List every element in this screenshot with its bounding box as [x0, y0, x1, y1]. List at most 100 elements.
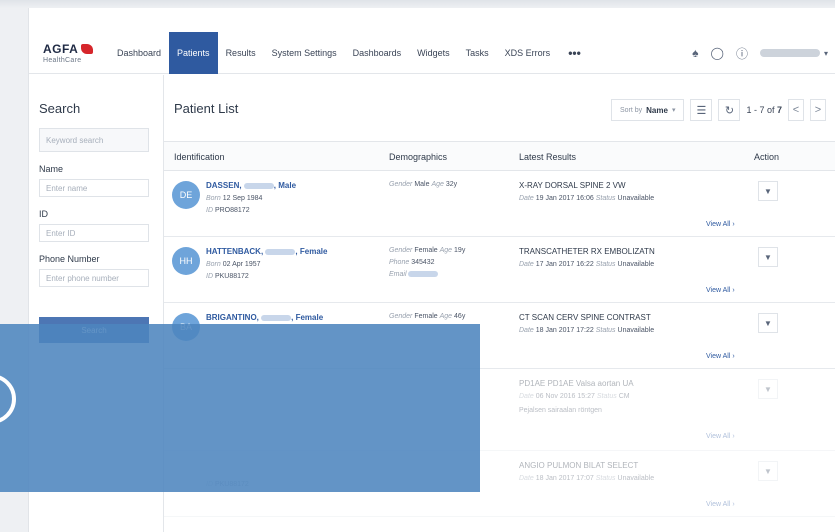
born-label: Born — [206, 261, 221, 268]
name-input[interactable]: Enter name — [39, 179, 149, 197]
view-all-link[interactable]: View All › — [706, 287, 735, 294]
col-demographics[interactable]: Demographics — [389, 152, 447, 162]
result-meta: Date 18 Jan 2017 17:22 Status Unavailabl… — [519, 327, 654, 334]
user-area: ♠ ◯ ⓘ ▾ — [692, 32, 828, 74]
action-dropdown-button[interactable]: ▼ — [758, 379, 778, 399]
patient-name[interactable]: BRIGANTINO, , Female — [206, 313, 323, 322]
table-header: Identification Demographics Latest Resul… — [164, 141, 835, 171]
filter-icon[interactable]: ☰ — [690, 99, 713, 121]
name-label: Name — [39, 164, 64, 174]
gender-label: Gender — [389, 181, 413, 188]
nav-patients[interactable]: Patients — [169, 31, 218, 74]
nav-more-button[interactable]: ••• — [558, 46, 591, 60]
monitor-bezel — [0, 0, 835, 8]
brand-logo[interactable]: AGFA HealthCare — [29, 42, 109, 64]
date-value: 18 Jan 2017 17:22 — [535, 327, 594, 334]
chevron-down-icon[interactable]: ▾ — [824, 49, 828, 58]
result-title[interactable]: PD1AE PD1AE Valsa aortan UA — [519, 379, 634, 388]
search-title: Search — [39, 101, 81, 116]
action-dropdown-button[interactable]: ▼ — [758, 313, 778, 333]
pager-total: 7 — [776, 105, 782, 115]
patient-gender: , Male — [273, 181, 297, 190]
gender-value: Female — [414, 247, 438, 254]
bell-icon[interactable]: ♠ — [692, 46, 698, 60]
view-all-link[interactable]: View All › — [706, 221, 735, 228]
brand-name: AGFA — [43, 41, 79, 56]
view-all-link[interactable]: View All › — [706, 433, 735, 440]
nav-tasks[interactable]: Tasks — [458, 32, 497, 74]
id-label: ID — [39, 209, 48, 219]
sort-value: Name — [646, 105, 668, 115]
patient-name[interactable]: HATTENBACK, , Female — [206, 247, 327, 256]
result-title[interactable]: ANGIO PULMON BILAT SELECT — [519, 461, 638, 470]
status-value: Unavailable — [617, 261, 655, 268]
id-input[interactable]: Enter ID — [39, 224, 149, 242]
result-title[interactable]: CT SCAN CERV SPINE CONTRAST — [519, 313, 651, 322]
nav-dashboard[interactable]: Dashboard — [109, 32, 169, 74]
patient-gender: , Female — [295, 247, 328, 256]
action-dropdown-button[interactable]: ▼ — [758, 461, 778, 481]
gender-label: Gender — [389, 313, 413, 320]
patient-name[interactable]: DASSEN, , Male — [206, 181, 296, 190]
nav-dashboards[interactable]: Dashboards — [345, 32, 410, 74]
date-label: Date — [519, 475, 534, 482]
nav-xds-errors[interactable]: XDS Errors — [497, 32, 559, 74]
refresh-icon[interactable]: ↻ — [718, 99, 741, 121]
list-toolbar: Sort by Name ▾ ☰ ↻ 1 - 7 of 7 < > — [610, 99, 826, 121]
result-title[interactable]: X-RAY DORSAL SPINE 2 VW — [519, 181, 626, 190]
main-nav: Dashboard Patients Results System Settin… — [109, 31, 591, 74]
keyword-search-input[interactable]: Keyword search — [39, 128, 149, 152]
phone-input[interactable]: Enter phone number — [39, 269, 149, 287]
demographics: Gender Female Age 46y — [389, 313, 465, 320]
action-dropdown-button[interactable]: ▼ — [758, 247, 778, 267]
view-all-link[interactable]: View All › — [706, 501, 735, 508]
age-value: 32y — [445, 181, 458, 188]
nav-system-settings[interactable]: System Settings — [264, 32, 345, 74]
gender-value: Male — [414, 181, 430, 188]
demographics-phone: Phone 345432 — [389, 259, 435, 266]
help-icon[interactable]: ⓘ — [736, 45, 748, 62]
gender-value: Female — [414, 313, 438, 320]
col-latest-results[interactable]: Latest Results — [519, 152, 576, 162]
circle-ring-icon — [0, 374, 16, 424]
demographics: Gender Female Age 19y — [389, 247, 465, 254]
phone-value: 345432 — [411, 259, 435, 266]
patient-born: Born 12 Sep 1984 — [206, 195, 262, 202]
globe-icon[interactable]: ◯ — [711, 46, 724, 60]
result-title[interactable]: TRANSCATHETER RX EMBOLIZATN — [519, 247, 655, 256]
redacted-name — [243, 182, 274, 189]
result-meta: Date 19 Jan 2017 16:06 Status Unavailabl… — [519, 195, 654, 202]
date-value: 06 Nov 2016 15:27 — [535, 393, 595, 400]
result-location: Pejalsen sairaalan röntgen — [519, 407, 602, 414]
user-menu[interactable] — [759, 49, 820, 57]
nav-results[interactable]: Results — [218, 32, 264, 74]
table-row[interactable]: DE DASSEN, , Male Born 12 Sep 1984 ID PR… — [164, 171, 835, 237]
table-row[interactable]: HH HATTENBACK, , Female Born 02 Apr 1957… — [164, 237, 835, 303]
promo-overlay-panel — [0, 324, 480, 492]
chevron-down-icon: ▼ — [764, 466, 772, 476]
id-value: PKU88172 — [214, 273, 249, 280]
result-meta: Date 06 Nov 2016 15:27 Status CM — [519, 393, 630, 400]
action-dropdown-button[interactable]: ▼ — [758, 181, 778, 201]
nav-widgets[interactable]: Widgets — [409, 32, 458, 74]
status-value: Unavailable — [617, 327, 655, 334]
avatar: HH — [172, 247, 200, 275]
next-page-button[interactable]: > — [810, 99, 826, 121]
date-label: Date — [519, 393, 534, 400]
age-value: 46y — [454, 313, 466, 320]
view-all-link[interactable]: View All › — [706, 353, 735, 360]
demographics: Gender Male Age 32y — [389, 181, 457, 188]
chevron-down-icon: ▾ — [671, 107, 676, 114]
prev-page-button[interactable]: < — [788, 99, 804, 121]
patient-born: Born 02 Apr 1957 — [206, 261, 261, 268]
top-navigation: AGFA HealthCare Dashboard Patients Resul… — [29, 31, 835, 74]
email-label: Email — [389, 271, 407, 278]
result-meta: Date 17 Jan 2017 16:22 Status Unavailabl… — [519, 261, 654, 268]
col-identification[interactable]: Identification — [174, 152, 225, 162]
patient-surname: BRIGANTINO, — [206, 313, 259, 322]
patient-surname: DASSEN, — [206, 181, 242, 190]
age-label: Age — [431, 181, 444, 188]
chevron-down-icon: ▼ — [764, 186, 772, 196]
sort-select[interactable]: Sort by Name ▾ — [610, 99, 685, 121]
status-value: Unavailable — [617, 475, 655, 482]
